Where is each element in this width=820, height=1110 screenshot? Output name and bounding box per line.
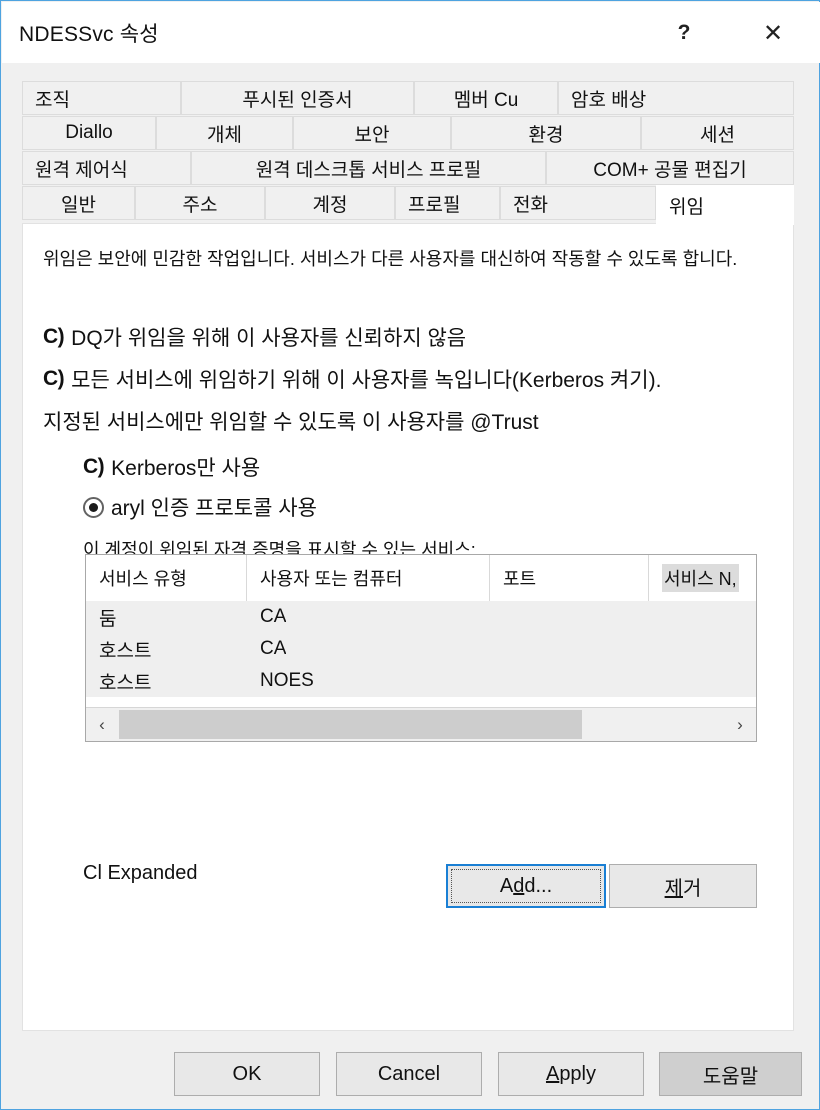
tab-row-4: 일반 주소 계정 프로필 전화 위임: [22, 185, 794, 226]
tab-row-1: 조직 푸시된 인증서 멤버 Cu 암호 배상: [22, 81, 794, 116]
option-do-not-trust[interactable]: C) DQ가 위임을 위해 이 사용자를 신뢰하지 않음: [43, 322, 466, 352]
help-button[interactable]: 도움말: [659, 1052, 802, 1096]
radio-glyph-unselected: C): [43, 325, 65, 348]
cell-user-or-computer: CA: [260, 606, 287, 627]
tab-general[interactable]: 일반: [22, 186, 135, 220]
tab-account[interactable]: 계정: [265, 186, 395, 220]
tab-sessions[interactable]: 세션: [641, 116, 794, 150]
cell-service-type: 둠: [99, 608, 117, 630]
properties-dialog: NDESSvc 속성 ? ✕ 조직 푸시된 인증서 멤버 Cu 암호 배상 Di…: [0, 0, 820, 1110]
radio-selected-icon[interactable]: [83, 496, 104, 518]
horizontal-scrollbar[interactable]: ‹ ›: [86, 707, 756, 741]
delegation-panel: 위임은 보안에 민감한 작업입니다. 서비스가 다른 사용자를 대신하여 작동할…: [22, 223, 794, 1031]
services-listview[interactable]: 서비스 유형 사용자 또는 컴퓨터 포트 서비스 N, 둠 CA 호스트 CA …: [85, 554, 757, 742]
tab-address[interactable]: 주소: [135, 186, 265, 220]
tab-rds-profile[interactable]: 원격 데스크톱 서비스 프로필: [191, 151, 546, 185]
close-icon[interactable]: ✕: [750, 12, 796, 54]
cell-service-type: 호스트: [99, 640, 152, 662]
ok-button[interactable]: OK: [174, 1052, 320, 1096]
column-header-service-name[interactable]: 서비스 N,: [649, 555, 758, 601]
add-button[interactable]: Add...: [446, 864, 606, 908]
window-title: NDESSvc 속성: [19, 23, 159, 46]
column-header-user-or-computer[interactable]: 사용자 또는 컴퓨터: [247, 555, 490, 601]
tab-remote-control[interactable]: 원격 제어식: [22, 151, 191, 185]
add-button-focus-ring: Add...: [451, 869, 601, 903]
tab-telephone[interactable]: 전화: [500, 186, 656, 220]
tab-organization[interactable]: 조직: [22, 81, 181, 115]
tab-profile[interactable]: 프로필: [395, 186, 500, 220]
remove-button[interactable]: 제거: [609, 864, 757, 908]
scroll-left-arrow-icon[interactable]: ‹: [86, 708, 118, 741]
apply-button-label: Apply: [545, 1062, 597, 1085]
tab-strip: 조직 푸시된 인증서 멤버 Cu 암호 배상 Diallo 개체 보안 환경 세…: [22, 81, 794, 231]
cell-user-or-computer: NOES: [260, 670, 314, 691]
cell-service-type: 호스트: [99, 672, 152, 694]
tab-com-plus[interactable]: COM+ 공물 편집기: [546, 151, 794, 185]
radio-glyph-unselected: C): [83, 455, 105, 478]
table-row[interactable]: 호스트 NOES: [86, 665, 756, 697]
option-label: DQ가 위임을 위해 이 사용자를 신뢰하지 않음: [71, 327, 467, 350]
tab-published-certs[interactable]: 푸시된 인증서: [181, 81, 414, 115]
scroll-right-arrow-icon[interactable]: ›: [724, 708, 756, 741]
listview-body: 둠 CA 호스트 CA 호스트 NOES: [86, 601, 756, 697]
table-row[interactable]: 둠 CA: [86, 601, 756, 633]
expanded-status-label: Cl Expanded: [83, 862, 198, 884]
option-kerberos-only[interactable]: C) Kerberos만 사용: [83, 452, 260, 482]
tab-password-replication[interactable]: 암호 배상: [558, 81, 794, 115]
tab-row-3: 원격 제어식 원격 데스크톱 서비스 프로필 COM+ 공물 편집기: [22, 151, 794, 186]
column-header-service-type[interactable]: 서비스 유형: [86, 555, 247, 601]
option-label: 지정된 서비스에만 위임할 수 있도록 이 사용자를 @Trust: [43, 411, 539, 434]
scrollbar-thumb[interactable]: [119, 710, 582, 739]
delegation-description: 위임은 보안에 민감한 작업입니다. 서비스가 다른 사용자를 대신하여 작동할…: [43, 249, 738, 269]
cell-user-or-computer: CA: [260, 638, 287, 659]
add-button-label: Add...: [499, 874, 553, 897]
radio-glyph-unselected: C): [43, 367, 65, 390]
tab-member-of[interactable]: 멤버 Cu: [414, 81, 558, 115]
tab-delegation[interactable]: 위임: [656, 185, 794, 225]
tab-object[interactable]: 개체: [156, 116, 293, 150]
tab-dialin[interactable]: Diallo: [22, 116, 156, 150]
option-any-auth-protocol[interactable]: aryl 인증 프로토콜 사용: [83, 492, 317, 522]
tab-security[interactable]: 보안: [293, 116, 451, 150]
option-trust-any-service[interactable]: C) 모든 서비스에 위임하기 위해 이 사용자를 녹입니다(Kerberos …: [43, 364, 661, 394]
tab-row-2: Diallo 개체 보안 환경 세션: [22, 116, 794, 151]
apply-button[interactable]: Apply: [498, 1052, 644, 1096]
cancel-button[interactable]: Cancel: [336, 1052, 482, 1096]
option-label: 모든 서비스에 위임하기 위해 이 사용자를 녹입니다(Kerberos 켜기)…: [71, 369, 662, 392]
option-trust-specified-services[interactable]: 지정된 서비스에만 위임할 수 있도록 이 사용자를 @Trust: [43, 406, 539, 436]
option-label: aryl 인증 프로토콜 사용: [111, 497, 317, 520]
title-bar: NDESSvc 속성 ? ✕: [2, 2, 820, 63]
column-header-port[interactable]: 포트: [490, 555, 649, 601]
option-label: Kerberos만 사용: [111, 457, 261, 480]
help-icon[interactable]: ?: [661, 12, 707, 54]
tab-environment[interactable]: 환경: [451, 116, 641, 150]
remove-button-label: 제거: [664, 877, 702, 900]
table-row[interactable]: 호스트 CA: [86, 633, 756, 665]
listview-header: 서비스 유형 사용자 또는 컴퓨터 포트 서비스 N,: [86, 555, 756, 601]
